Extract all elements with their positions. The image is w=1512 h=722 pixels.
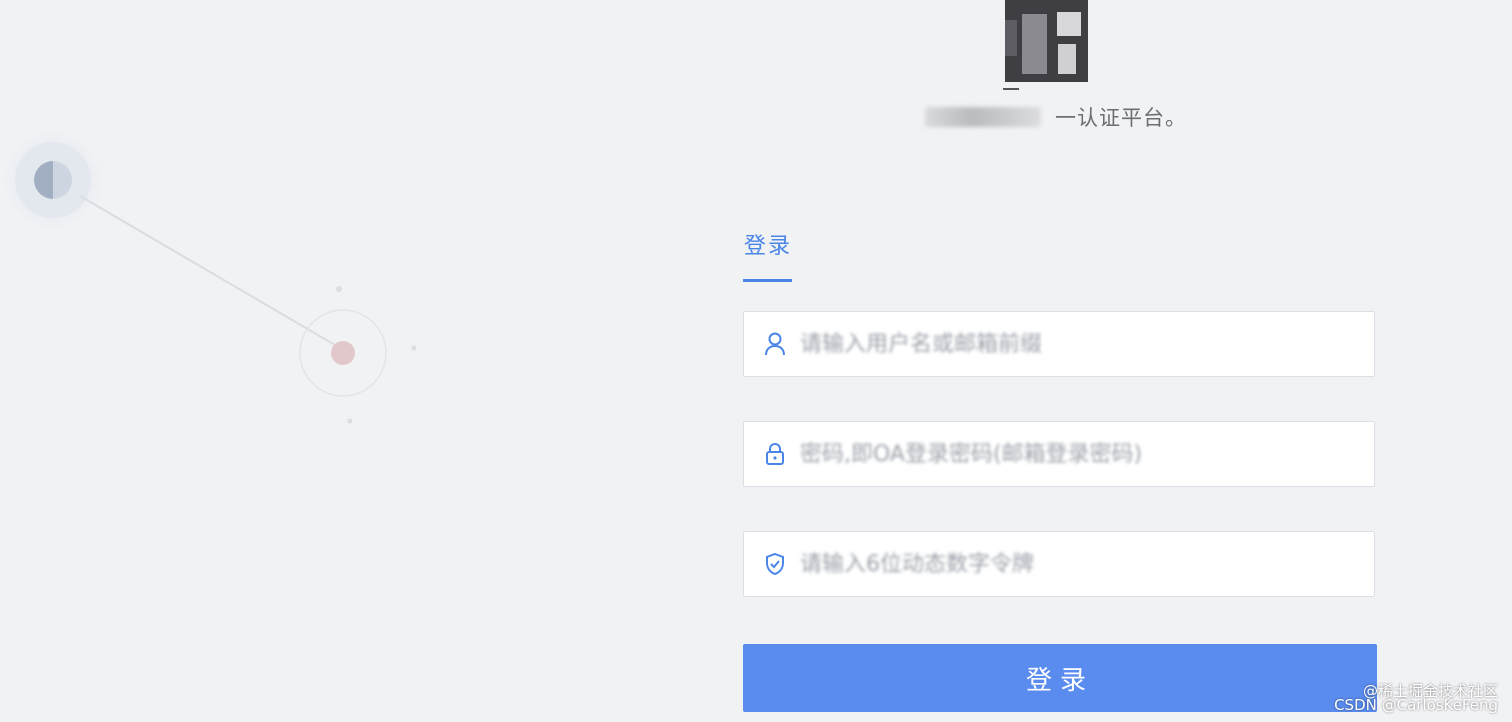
logo-underline — [1003, 88, 1019, 90]
tab-login-indicator — [743, 279, 792, 282]
platform-subtitle: 一认证平台。 — [925, 102, 1187, 132]
lock-icon — [764, 441, 786, 467]
app-logo — [1005, 0, 1088, 82]
username-input[interactable] — [798, 330, 1374, 358]
username-field[interactable] — [743, 311, 1375, 377]
password-input[interactable] — [798, 440, 1374, 468]
user-icon — [764, 331, 786, 357]
tab-login[interactable]: 登录 — [743, 228, 793, 260]
token-input[interactable] — [798, 550, 1374, 578]
shield-check-icon — [764, 551, 786, 577]
decorative-network-graphic — [0, 124, 417, 424]
redacted-text — [925, 107, 1041, 127]
author-watermark: CSDN @CarlosKeFeng — [1334, 696, 1498, 714]
token-field[interactable] — [743, 531, 1375, 597]
password-field[interactable] — [743, 421, 1375, 487]
login-page: 一认证平台。 登录 请输入用户名或邮箱前缀 请输入6位动态数字令牌 登录 @稀土… — [0, 0, 1512, 722]
subtitle-text: 一认证平台。 — [1055, 106, 1187, 130]
login-button[interactable]: 登录 — [743, 644, 1377, 712]
